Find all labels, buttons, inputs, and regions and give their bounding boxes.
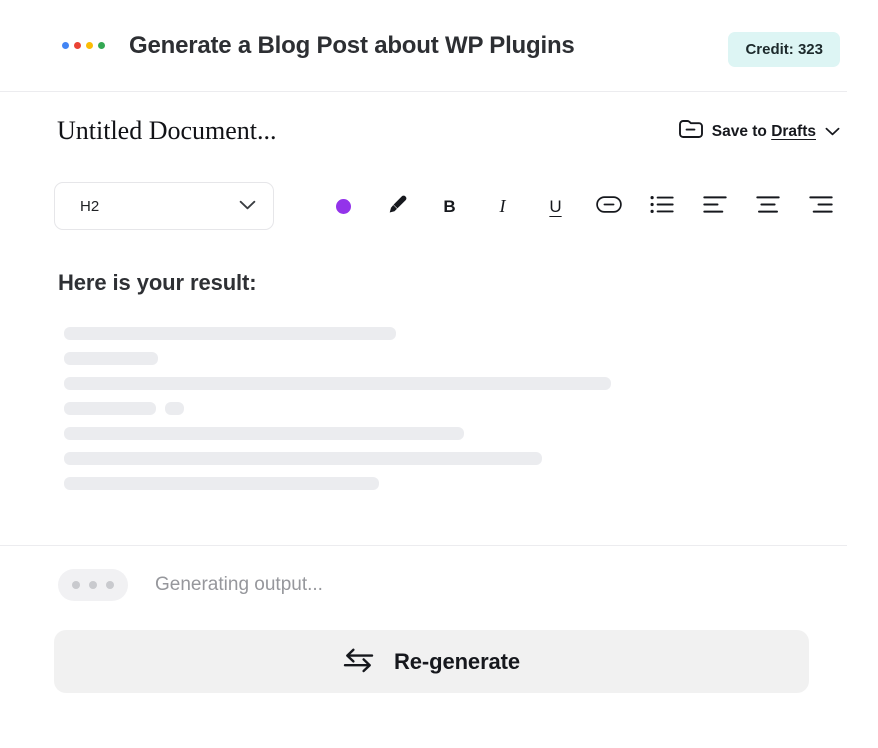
align-left-icon <box>703 195 727 217</box>
skeleton-row <box>64 327 664 340</box>
italic-label: I <box>500 197 506 215</box>
save-to-drafts-control[interactable]: Save to Drafts <box>678 118 840 145</box>
bullet-list-button[interactable] <box>635 186 688 226</box>
format-tools: B I U <box>317 186 847 226</box>
bold-label: B <box>443 198 455 215</box>
logo-dot-yellow <box>86 42 93 49</box>
regenerate-label: Re-generate <box>394 649 520 675</box>
result-skeleton <box>64 327 664 502</box>
highlighter-button[interactable] <box>370 186 423 226</box>
page-title: Generate a Blog Post about WP Plugins <box>129 32 575 60</box>
skeleton-bar <box>64 427 464 440</box>
status-text: Generating output... <box>155 574 323 596</box>
bold-button[interactable]: B <box>423 186 476 226</box>
skeleton-row <box>64 352 664 365</box>
skeleton-bar <box>64 402 156 415</box>
logo-dot-red <box>74 42 81 49</box>
generation-status: Generating output... <box>58 569 323 601</box>
align-center-icon <box>756 195 780 217</box>
skeleton-bar <box>64 327 396 340</box>
editor-toolbar: H2 B <box>0 170 847 242</box>
text-color-button[interactable] <box>317 186 370 226</box>
regenerate-icon <box>343 647 374 676</box>
italic-button[interactable]: I <box>476 186 529 226</box>
app-logo <box>62 42 105 49</box>
bullet-list-icon <box>650 195 674 217</box>
align-center-button[interactable] <box>741 186 794 226</box>
text-style-select[interactable]: H2 <box>54 182 274 230</box>
text-style-value: H2 <box>80 198 99 215</box>
typing-indicator <box>58 569 128 601</box>
underline-label: U <box>549 198 561 215</box>
align-right-button[interactable] <box>794 186 847 226</box>
chevron-down-icon[interactable] <box>825 123 840 141</box>
skeleton-bar <box>64 452 542 465</box>
underline-button[interactable]: U <box>529 186 582 226</box>
align-right-icon <box>809 195 833 217</box>
result-heading: Here is your result: <box>58 270 257 296</box>
chevron-down-icon <box>239 197 256 215</box>
skeleton-row <box>64 452 664 465</box>
skeleton-row <box>64 402 664 415</box>
highlighter-icon <box>385 193 408 219</box>
app-header: Generate a Blog Post about WP Plugins <box>0 0 847 92</box>
logo-dot-green <box>98 42 105 49</box>
typing-dot <box>72 581 80 589</box>
skeleton-bar <box>165 402 184 415</box>
document-title[interactable]: Untitled Document... <box>57 116 277 146</box>
save-target-text: Drafts <box>771 123 816 140</box>
footer-divider <box>0 545 847 546</box>
typing-dot <box>106 581 114 589</box>
skeleton-bar <box>64 377 611 390</box>
typing-dot <box>89 581 97 589</box>
skeleton-bar <box>64 477 379 490</box>
link-icon <box>596 196 622 216</box>
logo-dot-blue <box>62 42 69 49</box>
skeleton-bar <box>64 352 158 365</box>
skeleton-row <box>64 377 664 390</box>
save-prefix-text: Save to <box>712 123 771 140</box>
link-button[interactable] <box>582 186 635 226</box>
skeleton-row <box>64 427 664 440</box>
folder-icon <box>678 118 703 145</box>
color-swatch-icon <box>336 199 351 214</box>
align-left-button[interactable] <box>688 186 741 226</box>
app-window: Generate a Blog Post about WP Plugins Cr… <box>0 0 878 748</box>
skeleton-row <box>64 477 664 490</box>
save-to-drafts-label: Save to Drafts <box>712 123 816 141</box>
regenerate-button[interactable]: Re-generate <box>54 630 809 693</box>
credit-badge: Credit: 323 <box>728 32 840 67</box>
